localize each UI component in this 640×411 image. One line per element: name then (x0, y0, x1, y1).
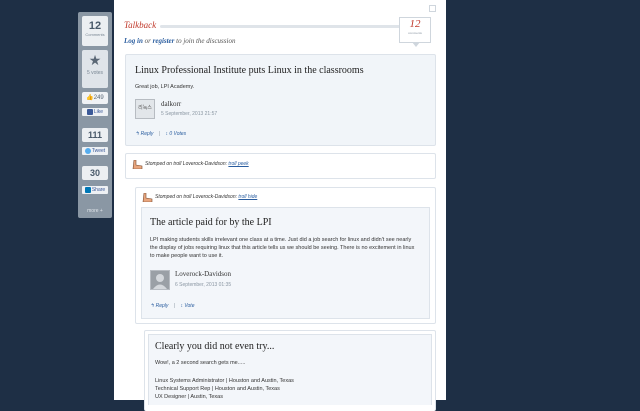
login-link[interactable]: Log in (124, 37, 143, 45)
troll-peek-link[interactable]: troll peek (228, 161, 248, 167)
comment-card: Linux Professional Institute puts Linux … (125, 54, 436, 146)
linkedin-share-button[interactable]: Share (82, 186, 108, 194)
share-sidebar: 12 Comments ★ 5 votes 👍249 Like 111 Twee… (78, 12, 112, 218)
troll-foot-icon (142, 193, 153, 202)
votes-label: votes (91, 70, 104, 76)
linkedin-share-label: Share (91, 187, 106, 193)
comment-date: 5 September, 2013 21:57 (161, 111, 218, 117)
comment-date: 6 September, 2013 01:35 (175, 282, 232, 288)
comment-count: 12 (409, 18, 421, 30)
login-prompt: Log in or register to join the discussio… (124, 37, 235, 45)
stomped-text: Stomped on troll Loverock-Davidson: (145, 161, 227, 167)
more-share-link[interactable]: more + (78, 208, 112, 214)
comments-count-box[interactable]: 12 Comments (82, 16, 108, 46)
comment-count-badge[interactable]: 12 comments (399, 17, 431, 47)
stomped-comment: Stomped on troll Loverock-Davidson: trol… (125, 153, 436, 179)
comment-body: Great job, LPI Academy. (135, 84, 195, 90)
comments-label: Comments (85, 32, 105, 37)
troll-hide-link[interactable]: troll hide (238, 194, 257, 200)
linkedin-icon (84, 186, 91, 193)
votes-count: 5 (86, 70, 90, 76)
like-icon: 👍 (86, 95, 94, 101)
stomped-text: Stomped on troll Loverock-Davidson: (155, 194, 237, 200)
comment-card: Clearly you did not even try... Wow!, a … (148, 334, 432, 405)
pager-icon[interactable] (429, 5, 436, 12)
vote-icon: ↕ (165, 131, 168, 137)
facebook-count-box: 👍249 (82, 92, 108, 104)
troll-foot-icon (132, 160, 143, 169)
twitter-count: 111 (87, 130, 103, 140)
comment-card: The article paid for by the LPI LPI maki… (141, 207, 430, 319)
comment-count-label: comments (408, 31, 422, 35)
or-text: or (144, 37, 151, 45)
facebook-count: 249 (93, 95, 104, 101)
tweet-button[interactable]: Tweet (82, 147, 108, 155)
vote-link[interactable]: Vote (184, 303, 194, 309)
comment-line: Technical Support Rep | Houston and Aust… (155, 386, 280, 392)
reply-link[interactable]: Reply (156, 303, 169, 309)
avatar[interactable]: 리눅스 (135, 99, 155, 119)
comment-body: LPI making students skills irrelevant on… (150, 237, 415, 259)
comment-title: Clearly you did not even try... (155, 341, 275, 352)
vote-icon: ↕ (180, 303, 183, 309)
tweet-label: Tweet (91, 148, 106, 154)
reply-icon: ↰ (150, 303, 155, 309)
join-text: to join the discussion (176, 37, 236, 45)
comment-author[interactable]: Loverock-Davidson (175, 270, 231, 278)
facebook-like-button[interactable]: Like (82, 108, 108, 116)
avatar[interactable] (150, 270, 170, 290)
twitter-count-box: 111 (82, 128, 108, 142)
comment-body: Wow!, a 2 second search gets me..... (155, 360, 246, 366)
talkback-divider (160, 25, 400, 28)
vote-link[interactable]: 0 Votes (169, 131, 186, 137)
vote-box[interactable]: ★ 5 votes (82, 50, 108, 88)
comments-count: 12 (88, 20, 102, 32)
comment-title: The article paid for by the LPI (150, 217, 272, 228)
star-icon: ★ (88, 54, 102, 69)
talkback-title: Talkback (124, 20, 157, 30)
comment-author[interactable]: dalkorr (161, 100, 181, 108)
reply-icon: ↰ (135, 131, 140, 137)
facebook-icon (86, 108, 93, 115)
linkedin-count: 30 (89, 168, 100, 178)
linkedin-count-box: 30 (82, 166, 108, 180)
twitter-icon (84, 147, 91, 154)
reply-link[interactable]: Reply (141, 131, 154, 137)
comment-line: Linux Systems Administrator | Houston an… (155, 378, 294, 384)
facebook-like-label: Like (93, 109, 104, 115)
comment-title: Linux Professional Institute puts Linux … (135, 65, 364, 76)
register-link[interactable]: register (153, 37, 175, 45)
